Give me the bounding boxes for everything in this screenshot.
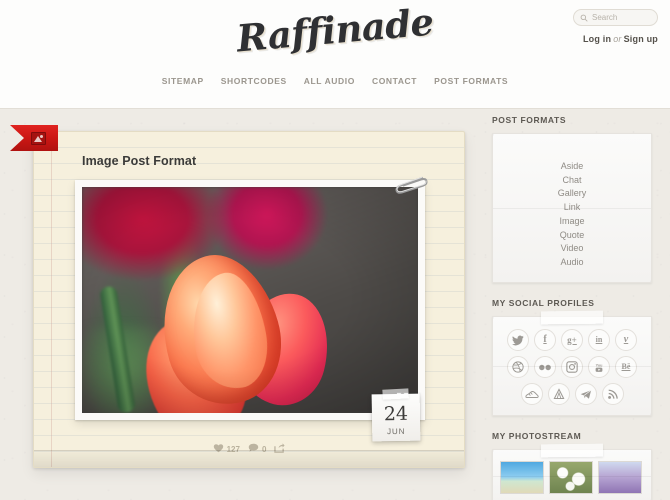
post-photo[interactable] <box>82 187 418 413</box>
main-navigation: SITEMAP SHORTCODES ALL AUDIO CONTACT POS… <box>0 76 670 86</box>
sidebar: POST FORMATS Aside Chat Gallery Link Ima… <box>492 115 652 500</box>
paperclip-icon <box>390 171 430 201</box>
site-logo[interactable]: Raffinade <box>0 0 670 81</box>
tent-icon[interactable] <box>547 383 570 405</box>
vimeo-icon[interactable]: v <box>615 329 637 351</box>
widget-social-profiles: MY SOCIAL PROFILES f g+ in v You Bē <box>492 298 652 416</box>
photostream-thumb[interactable] <box>598 461 642 494</box>
format-link-image[interactable]: Image <box>493 215 651 229</box>
format-link-aside[interactable]: Aside <box>493 160 651 174</box>
facebook-glyph: f <box>543 334 547 345</box>
social-panel: f g+ in v You Bē <box>492 310 652 416</box>
nav-item-post-formats[interactable]: POST FORMATS <box>434 76 508 86</box>
nav-item-shortcodes[interactable]: SHORTCODES <box>221 76 287 86</box>
format-link-video[interactable]: Video <box>493 242 651 256</box>
account-separator: or <box>613 34 622 44</box>
social-row <box>501 383 643 405</box>
photo-vignette <box>82 187 418 413</box>
instagram-icon[interactable] <box>561 356 583 378</box>
site-header: Raffinade Log inorSign up SITEMAP SHORTC… <box>0 0 670 109</box>
nav-item-sitemap[interactable]: SITEMAP <box>162 76 204 86</box>
google-plus-icon[interactable]: g+ <box>561 329 583 351</box>
format-link-quote[interactable]: Quote <box>493 229 651 243</box>
sneaker-icon[interactable] <box>520 383 543 405</box>
linkedin-icon[interactable]: in <box>588 329 610 351</box>
social-row: f g+ in v <box>501 329 643 351</box>
login-link[interactable]: Log in <box>583 34 611 44</box>
format-link-audio[interactable]: Audio <box>493 256 651 270</box>
format-link-gallery[interactable]: Gallery <box>493 187 651 201</box>
page-title: Image Post Format <box>82 154 197 168</box>
dribbble-icon[interactable] <box>507 356 529 378</box>
google-plus-glyph: g+ <box>567 334 577 345</box>
widget-post-formats: POST FORMATS Aside Chat Gallery Link Ima… <box>492 115 652 283</box>
photostream-thumb[interactable] <box>500 461 544 494</box>
nav-item-contact[interactable]: CONTACT <box>372 76 417 86</box>
flickr-icon[interactable] <box>534 356 556 378</box>
facebook-icon[interactable]: f <box>534 329 556 351</box>
youtube-icon[interactable]: You <box>588 356 610 378</box>
widget-photostream: MY PHOTOSTREAM <box>492 431 652 500</box>
photo-frame[interactable] <box>75 176 428 420</box>
vimeo-glyph: v <box>623 334 629 345</box>
post-date-day: 24 <box>383 402 409 426</box>
search-input[interactable] <box>592 13 651 22</box>
rss-icon[interactable] <box>601 383 624 405</box>
widget-title-photostream: MY PHOTOSTREAM <box>492 431 582 441</box>
svg-text:You: You <box>596 363 603 367</box>
post-format-ribbon[interactable] <box>10 125 58 151</box>
like-button[interactable]: 127 <box>213 443 240 455</box>
widget-title-social: MY SOCIAL PROFILES <box>492 298 595 308</box>
like-count: 127 <box>226 444 240 454</box>
page-body: Image Post Format 127 0 24 JUN POST FORM… <box>0 109 670 500</box>
photostream-thumbs <box>500 461 644 494</box>
share-icon <box>274 443 285 455</box>
linkedin-glyph: in <box>595 335 603 344</box>
photostream-thumb[interactable] <box>549 461 593 494</box>
format-link-chat[interactable]: Chat <box>493 174 651 188</box>
photostream-panel <box>492 443 652 500</box>
image-format-icon <box>31 131 46 145</box>
comment-icon <box>248 443 259 455</box>
post-meta: 127 0 <box>34 443 464 455</box>
post-date-month: JUN <box>387 426 406 437</box>
twitter-icon[interactable] <box>507 329 529 351</box>
tape-strip <box>540 443 604 458</box>
post-date: 24 JUN <box>371 393 421 442</box>
behance-glyph: Bē <box>621 362 631 371</box>
telegram-icon[interactable] <box>574 383 597 405</box>
signup-link[interactable]: Sign up <box>624 34 658 44</box>
tape-strip <box>540 310 604 325</box>
behance-icon[interactable]: Bē <box>615 356 637 378</box>
comment-button[interactable]: 0 <box>248 443 266 455</box>
account-links: Log in or Sign up <box>583 34 658 44</box>
social-row: You Bē <box>501 356 643 378</box>
format-link-link[interactable]: Link <box>493 201 651 215</box>
share-button[interactable] <box>274 443 285 455</box>
search-box[interactable] <box>573 9 658 26</box>
nav-item-all-audio[interactable]: ALL AUDIO <box>304 76 355 86</box>
heart-icon <box>213 443 224 455</box>
widget-title-post-formats: POST FORMATS <box>492 115 567 125</box>
comment-count: 0 <box>261 444 267 454</box>
search-icon <box>580 9 588 27</box>
post-formats-panel: Aside Chat Gallery Link Image Quote Vide… <box>492 133 652 283</box>
